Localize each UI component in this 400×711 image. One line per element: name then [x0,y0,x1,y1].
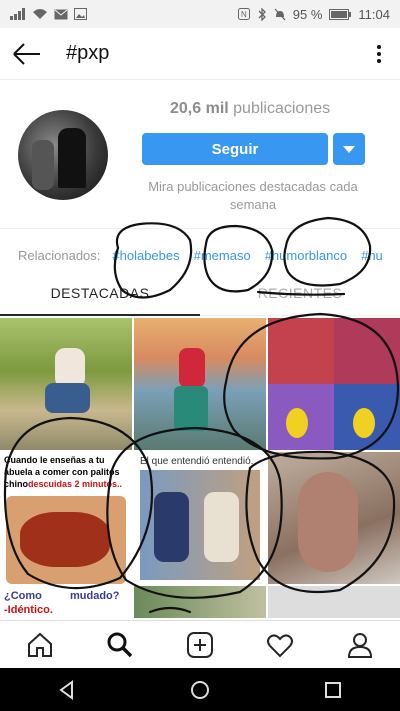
nav-new-post[interactable] [180,625,220,665]
post-count-label: publicaciones [233,100,331,117]
related-tag[interactable]: #holabebes [112,248,179,263]
follow-button[interactable]: Seguir [142,133,328,165]
add-post-icon [187,631,213,658]
clock: 11:04 [358,6,390,22]
app-bar: #pxp [0,28,400,80]
nav-home[interactable] [20,625,60,665]
system-recents-icon[interactable] [323,680,343,700]
featured-hint: Mira publicaciones destacadas cada seman… [148,179,358,212]
hashtag-avatar [18,110,108,200]
nfc-icon: N [237,8,250,20]
meme-caption: El que entendió entendió. [140,456,254,468]
more-options-icon[interactable] [376,44,382,64]
meme-caption-question: mudado? [70,590,120,602]
grid-post[interactable]: ¿Como mudado? -Idéntico. [0,586,132,618]
system-home-icon[interactable] [190,680,210,700]
post-grid: Cuando le enseñas a tu abuela a comer co… [0,318,400,618]
grid-post[interactable] [268,586,400,618]
image-icon [74,8,87,20]
battery-icon [329,8,352,20]
follow-dropdown-button[interactable] [333,133,365,165]
meme-caption: ¿Como [4,590,42,602]
nav-activity[interactable] [260,625,300,665]
heart-icon [267,633,293,657]
grid-post[interactable] [0,318,132,450]
feed-tabs: DESTACADAS RECIENTES [0,282,400,316]
post-count-value: 20,6 mil [170,100,229,117]
search-icon [107,632,133,657]
profile-icon [347,632,373,658]
back-arrow-icon[interactable] [12,40,42,68]
svg-text:N: N [241,10,247,19]
mail-icon [54,9,68,19]
grid-post[interactable]: El que entendió entendió. [134,452,266,584]
signal-icon [10,8,25,20]
status-bar: N 95 % 11:04 [0,0,400,28]
related-tag[interactable]: #humorblanco [265,248,347,263]
status-right-icons: N 95 % 11:04 [237,6,390,22]
wifi-icon [33,9,47,19]
grid-post[interactable] [268,318,400,450]
grid-post[interactable]: Cuando le enseñas a tu abuela a comer co… [0,452,132,584]
system-back-icon[interactable] [57,679,77,700]
hashtag-title: #pxp [66,42,110,64]
related-tag[interactable]: #memaso [194,248,251,263]
grid-post[interactable] [268,452,400,584]
tab-recent[interactable]: RECIENTES [200,282,400,316]
meme-caption-time: descuidas 2 minutos.. [28,478,123,490]
meme-caption-answer: -Idéntico. [4,604,53,616]
nav-search[interactable] [100,625,140,665]
battery-percent: 95 % [292,6,323,22]
related-label: Relacionados: [18,248,101,263]
system-nav-bar [0,668,400,711]
mute-icon [274,8,286,20]
related-tag[interactable]: #hu [361,248,383,263]
tab-top[interactable]: DESTACADAS [0,282,200,316]
grid-post[interactable] [134,586,266,618]
related-tags-bar: Relacionados: #holabebes #memaso #humorb… [0,228,400,282]
grid-post[interactable] [134,318,266,450]
bluetooth-icon [258,7,266,21]
post-count: 20,6 mil publicaciones [170,100,330,118]
home-icon [28,632,52,657]
bottom-nav [0,620,400,668]
status-left-icons [10,8,87,20]
nav-profile[interactable] [340,625,380,665]
